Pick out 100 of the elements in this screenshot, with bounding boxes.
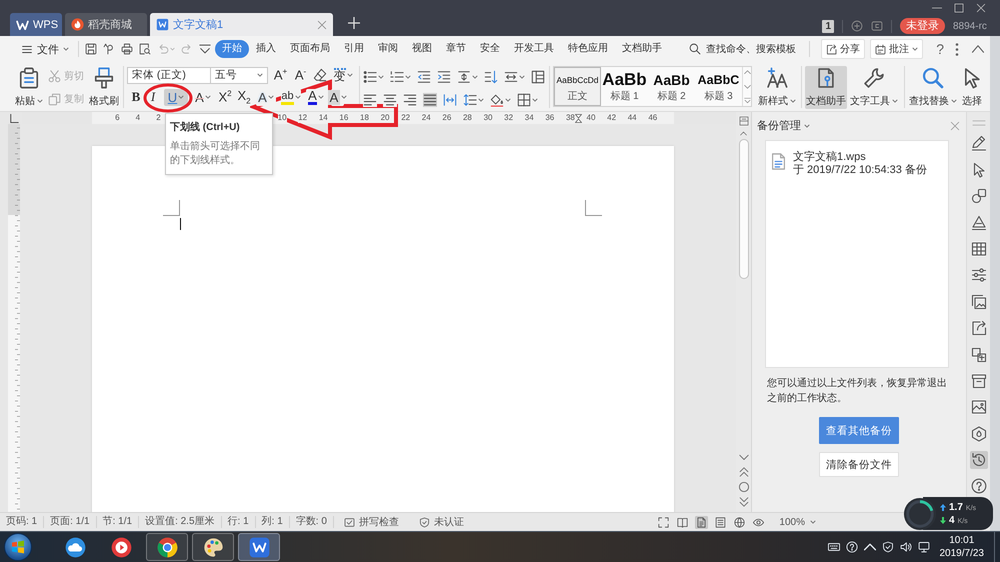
shield-icon[interactable] [882, 541, 894, 553]
distribute-icon[interactable] [443, 93, 457, 107]
scroll-up-icon[interactable] [744, 69, 751, 76]
eraser-icon[interactable] [313, 68, 327, 82]
keyboard-icon[interactable] [828, 541, 840, 553]
vertical-arrows-icon[interactable] [457, 70, 471, 84]
style-option[interactable]: AaBbC 标题 3 [695, 67, 742, 106]
split-icon[interactable] [738, 116, 748, 126]
share-button[interactable]: 分享 [821, 39, 866, 59]
dropdown-icon[interactable] [199, 43, 211, 55]
taskbar-button[interactable] [238, 533, 280, 561]
shapes-icon[interactable] [970, 187, 988, 206]
taskbar-button[interactable] [146, 533, 188, 561]
previous-page-icon[interactable] [738, 467, 748, 477]
scroll-up-icon[interactable] [740, 131, 747, 136]
monitor-icon[interactable] [918, 541, 930, 553]
font-name-dropdown[interactable]: 宋体 (正文) [127, 66, 211, 84]
ribbon-tab[interactable]: 安全 [473, 40, 507, 58]
square-icon[interactable] [871, 20, 883, 32]
close-icon[interactable] [317, 20, 327, 30]
search-icon[interactable] [689, 43, 702, 55]
ribbon-tab[interactable]: 开发工具 [507, 40, 561, 58]
plus-icon[interactable] [348, 17, 360, 29]
scroll-down-icon[interactable] [744, 83, 751, 90]
sort-icon[interactable] [484, 70, 498, 84]
history-icon[interactable] [970, 451, 988, 470]
preview-icon[interactable] [139, 43, 151, 55]
outdent-icon[interactable] [417, 70, 431, 84]
help-button[interactable]: ? [936, 41, 944, 57]
globe-icon[interactable] [733, 516, 746, 528]
font-size-dropdown[interactable]: 五号 [210, 66, 268, 84]
bullet-list-icon[interactable] [363, 70, 377, 84]
style-option[interactable]: AaBb 标题 1 [601, 67, 648, 106]
ribbon-tab[interactable]: 视图 [405, 40, 439, 58]
ribbon-tab[interactable]: 文档助手 [615, 40, 669, 58]
ribbon-tab[interactable]: 页面布局 [283, 40, 337, 58]
home-tab[interactable]: WPS [10, 13, 62, 36]
sliders-icon[interactable] [970, 266, 988, 284]
window-count-badge[interactable]: 1 [822, 20, 834, 32]
paint-bucket-icon[interactable] [490, 93, 504, 107]
character-shading-button[interactable]: A [331, 88, 344, 106]
next-page-icon[interactable] [738, 497, 748, 507]
line-spacing-icon[interactable] [463, 93, 477, 107]
panel-title[interactable]: 备份管理 [757, 118, 801, 133]
ribbon-tab[interactable]: 插入 [249, 40, 283, 58]
chevron-up-icon[interactable] [972, 45, 984, 53]
file-menu[interactable]: 文件 [18, 42, 72, 56]
subscript-button[interactable]: X$_{2}$ [237, 88, 251, 106]
comment-button[interactable]: 批注 [870, 39, 924, 59]
ribbon-tab[interactable]: 引用 [337, 40, 371, 58]
columns-icon[interactable] [531, 70, 545, 84]
format-painter-button[interactable]: 格式刷 [88, 66, 120, 109]
clock-time[interactable]: 10:01 [949, 534, 974, 547]
plus-circle-icon[interactable] [851, 20, 863, 32]
chevron-up-icon[interactable] [864, 541, 876, 553]
clock-date[interactable]: 2019/7/23 [940, 547, 984, 560]
image-icon[interactable] [970, 398, 988, 416]
search-field[interactable]: 查找命令、搜索模板 [706, 44, 798, 54]
style-option[interactable]: AaBbCcDd 正文 [554, 67, 601, 106]
justify-icon[interactable] [423, 93, 437, 107]
archive-icon[interactable] [970, 372, 988, 390]
indent-icon[interactable] [437, 70, 451, 84]
clear-backups-button[interactable]: 清除备份文件 [819, 452, 899, 477]
store-tab[interactable]: 稻壳商城 [65, 13, 147, 36]
align-left-icon[interactable] [363, 93, 377, 107]
ribbon-tab[interactable]: 特色应用 [561, 40, 615, 58]
find-replace-button[interactable]: 查找替换 [908, 66, 958, 109]
document-tab[interactable]: 文字文稿1 [150, 13, 333, 36]
font-color-button[interactable]: A [306, 88, 326, 106]
pen-icon[interactable] [970, 134, 988, 152]
minimize-icon[interactable] [932, 7, 942, 9]
maximize-icon[interactable] [954, 3, 964, 13]
curved-arrow-icon[interactable] [103, 43, 115, 55]
expand-icon[interactable] [744, 97, 751, 104]
indent-marker-icon[interactable] [575, 114, 582, 123]
share-icon[interactable] [970, 319, 988, 338]
vertical-scrollbar[interactable] [736, 112, 752, 512]
taskbar-button[interactable] [192, 533, 234, 561]
ribbon-tab[interactable]: 章节 [439, 40, 473, 58]
table-icon[interactable] [970, 240, 988, 258]
book-icon[interactable] [676, 516, 690, 528]
close-icon[interactable] [976, 3, 986, 13]
borders-icon[interactable] [517, 93, 531, 107]
triangle-icon[interactable] [970, 214, 988, 232]
image-stack-icon[interactable] [970, 292, 988, 311]
align-center-icon[interactable] [383, 93, 397, 107]
page-view-icon[interactable] [695, 516, 708, 528]
numbered-list-icon[interactable] [390, 70, 404, 84]
more-icon[interactable] [955, 42, 959, 56]
scroll-down-icon[interactable] [738, 452, 748, 462]
outline-view-icon[interactable] [714, 516, 728, 528]
select-button[interactable]: 选择 [960, 66, 984, 109]
spell-check-button[interactable]: 拼写检查 [334, 515, 409, 529]
horizontal-arrows-icon[interactable] [504, 70, 518, 84]
printer-icon[interactable] [121, 43, 133, 55]
speaker-icon[interactable] [900, 541, 912, 553]
save-icon[interactable] [85, 43, 97, 55]
file-name[interactable]: 文字文稿1.wps [793, 151, 927, 164]
new-style-button[interactable]: 新样式 [756, 66, 798, 109]
certification-status[interactable]: 未认证 [408, 515, 474, 529]
